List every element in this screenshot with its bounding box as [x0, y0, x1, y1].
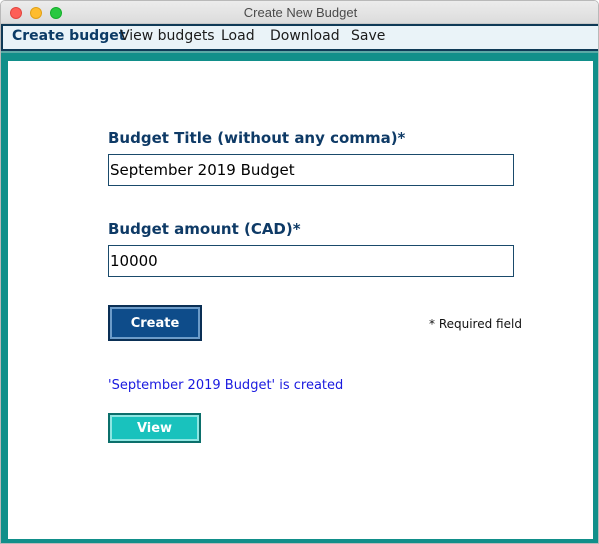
budget-title-label: Budget Title (without any comma)*: [108, 129, 406, 147]
menu-item-view-budgets[interactable]: View budgets: [120, 28, 215, 44]
budget-amount-input[interactable]: [108, 245, 514, 277]
budget-title-input[interactable]: [108, 154, 514, 186]
required-field-note: * Required field: [429, 317, 522, 331]
create-button[interactable]: Create: [108, 305, 202, 341]
menu-item-load[interactable]: Load: [221, 28, 255, 44]
menu-bar: Create budget View budgets Load Download…: [1, 24, 598, 51]
title-bar: Create New Budget: [1, 1, 598, 24]
app-window: Create New Budget Create budget View bud…: [0, 0, 599, 544]
view-button[interactable]: View: [108, 413, 201, 443]
content-frame: Budget Title (without any comma)* Budget…: [1, 51, 598, 543]
menu-item-create-budget[interactable]: Create budget: [12, 28, 125, 44]
budget-amount-label: Budget amount (CAD)*: [108, 220, 301, 238]
menu-item-download[interactable]: Download: [270, 28, 340, 44]
create-budget-panel: Budget Title (without any comma)* Budget…: [8, 61, 593, 539]
menu-item-save[interactable]: Save: [351, 28, 385, 44]
status-message: 'September 2019 Budget' is created: [108, 378, 344, 393]
window-title: Create New Budget: [243, 5, 358, 20]
